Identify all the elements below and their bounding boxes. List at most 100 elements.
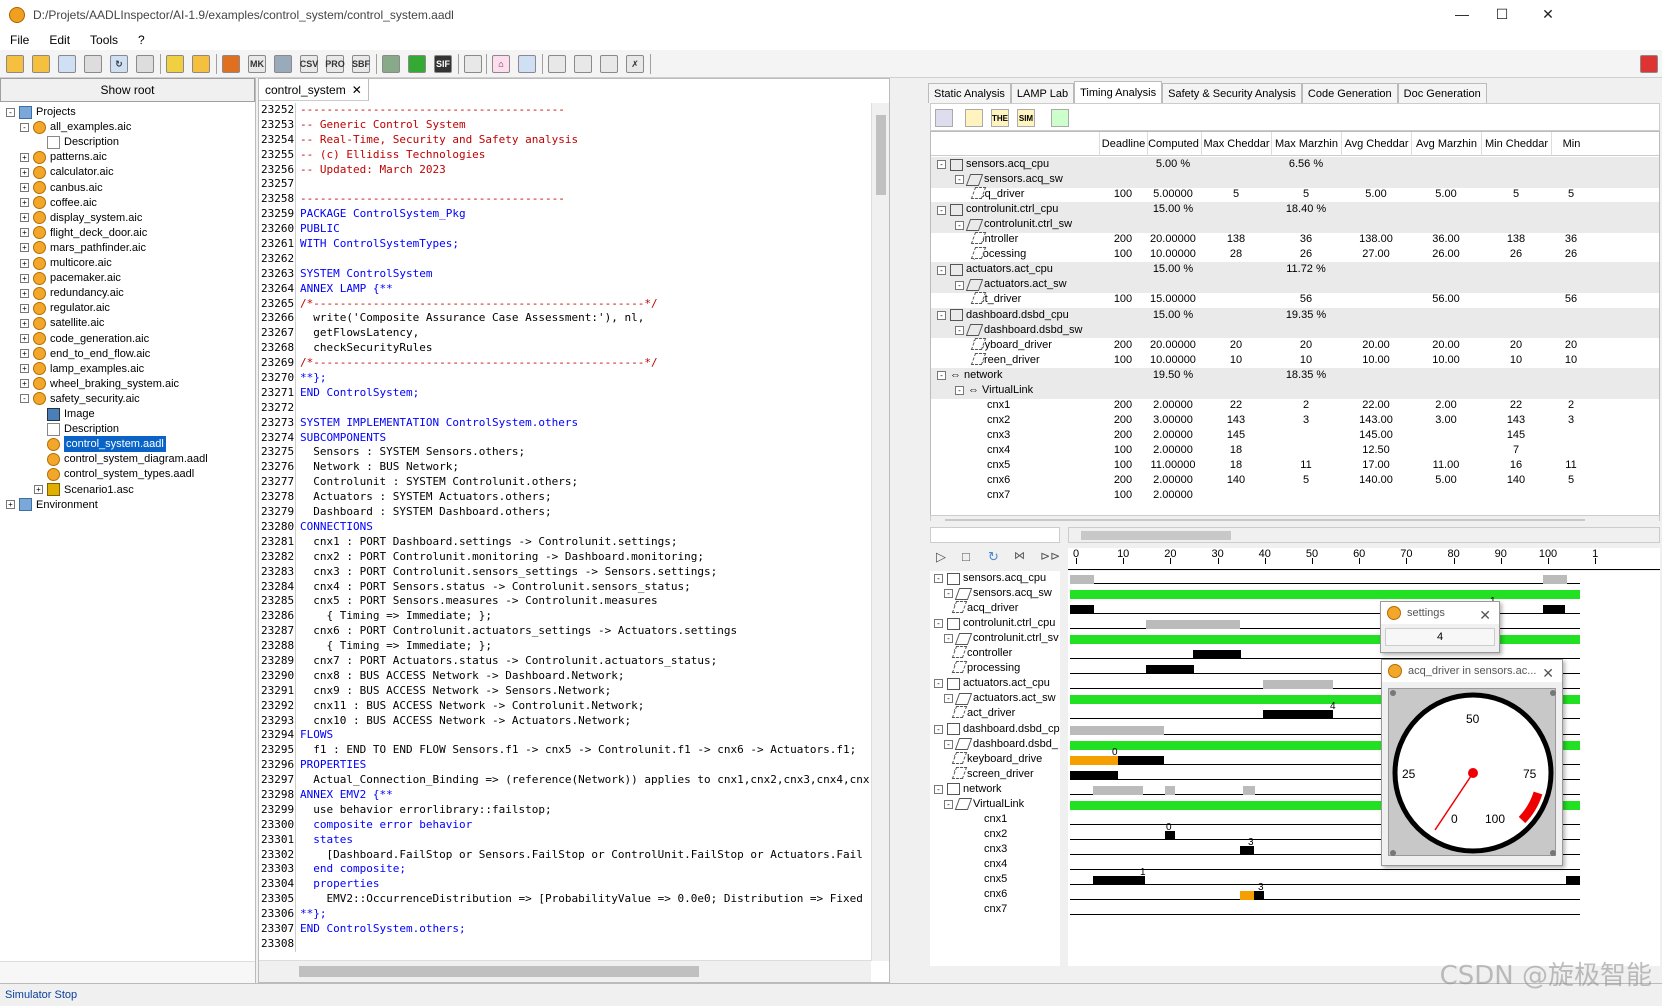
aadl-icon[interactable] — [965, 109, 983, 127]
list-icon[interactable] — [274, 55, 292, 73]
sim-tree-item[interactable]: - VirtualLink — [944, 797, 1024, 812]
sim-tree-item[interactable]: +act_driver — [951, 706, 1015, 721]
column-header[interactable]: Deadline — [1099, 132, 1147, 156]
sim-tree-item[interactable]: cnx6 — [984, 887, 1007, 902]
expand-icon[interactable]: - — [934, 784, 943, 794]
sim-tree-item[interactable]: +processing — [951, 661, 1020, 676]
expand-icon[interactable]: + — [20, 167, 29, 177]
folder-icon[interactable] — [58, 55, 76, 73]
table-row[interactable]: - actuators.act_sw — [931, 277, 1659, 294]
column-header[interactable]: Min Marz — [1551, 132, 1591, 174]
tree-item[interactable]: control_system_diagram.aadl — [34, 451, 208, 467]
zoom-in-icon[interactable] — [548, 55, 566, 73]
new-project-icon[interactable] — [6, 55, 24, 73]
expand-icon[interactable]: - — [944, 694, 953, 704]
sim-tree-item[interactable]: cnx5 — [984, 872, 1007, 887]
table-row[interactable]: keyboard_driver 200 20.00000 20 20 20.00 20.00… — [931, 337, 1659, 354]
tree-item[interactable]: + flight_deck_door.aic — [20, 225, 147, 241]
column-header[interactable]: Max Marzhin — [1271, 132, 1341, 156]
robot-icon[interactable] — [1051, 109, 1069, 127]
sim-tree-item[interactable]: +acq_driver — [951, 601, 1018, 616]
column-header[interactable]: Max Cheddar — [1201, 132, 1271, 156]
table-row[interactable]: cnx2 200 3.00000 143 3 143.00 3.00 143 3 — [931, 413, 1659, 429]
table-row[interactable]: cnx5 100 11.00000 18 11 17.00 11.00 16 11 — [931, 458, 1659, 474]
menu-tools[interactable]: Tools — [80, 33, 128, 47]
expand-icon[interactable]: - — [6, 107, 15, 117]
print-icon[interactable] — [382, 55, 400, 73]
table-row[interactable]: - controlunit.ctrl_sw — [931, 217, 1659, 234]
column-header[interactable]: Computed — [1147, 132, 1199, 156]
table-row[interactable]: cnx6 200 2.00000 140 5 140.00 5.00 140 5 — [931, 473, 1659, 489]
menu-help[interactable]: ? — [128, 33, 155, 47]
sim-tree-item[interactable]: cnx3 — [984, 842, 1007, 857]
expand-icon[interactable]: - — [955, 325, 964, 335]
play-icon[interactable]: ▷ — [936, 549, 946, 565]
exit-icon[interactable] — [1640, 55, 1658, 73]
expand-icon[interactable]: - — [934, 724, 943, 734]
window-icon[interactable] — [518, 55, 536, 73]
tree-item[interactable]: Description — [34, 421, 119, 437]
expand-icon[interactable]: - — [955, 280, 964, 290]
tree-item[interactable]: + wheel_braking_system.aic — [20, 376, 179, 392]
sif-icon[interactable]: SIF — [434, 55, 452, 73]
editor-hscrollbar[interactable] — [259, 960, 871, 982]
tree-item[interactable]: control_system.aadl — [34, 436, 166, 453]
home-icon[interactable]: ⌂ — [492, 55, 510, 73]
expand-icon[interactable]: + — [20, 213, 29, 223]
editor-vscrollbar[interactable] — [871, 103, 889, 961]
minimize-icon[interactable]: — — [1452, 6, 1472, 22]
tree-item[interactable]: + pacemaker.aic — [20, 270, 121, 286]
expand-icon[interactable]: + — [20, 364, 29, 374]
page-icon[interactable] — [464, 55, 482, 73]
tab-static-analysis[interactable]: Static Analysis — [928, 83, 1011, 103]
maximize-icon[interactable]: ☐ — [1492, 6, 1512, 23]
tree-item[interactable]: + redundancy.aic — [20, 285, 124, 301]
open-project-icon[interactable] — [32, 55, 50, 73]
tree-item[interactable]: + Environment — [6, 497, 98, 513]
expand-icon[interactable]: + — [20, 243, 29, 253]
zoom-fit-icon[interactable] — [600, 55, 618, 73]
table-row[interactable]: cnx4 100 2.00000 18 12.50 7 — [931, 443, 1659, 459]
csv-icon[interactable]: CSV — [300, 55, 318, 73]
timeline-hscrollbar[interactable] — [1068, 527, 1660, 543]
tree-item[interactable]: + code_generation.aic — [20, 331, 149, 347]
code-area[interactable]: 23252 -----------------------------------… — [259, 103, 871, 961]
sim-tree-item[interactable]: - dashboard.dsbd_cp — [934, 722, 1060, 737]
loop-icon[interactable]: ↻ — [988, 549, 999, 565]
sim-tree-item[interactable]: +screen_driver — [951, 766, 1034, 782]
table-row[interactable]: - sensors.acq_sw — [931, 172, 1659, 188]
expand-icon[interactable]: + — [20, 349, 29, 359]
table-row[interactable]: - sensors.acq_cpu 5.00 % 6.56 % — [931, 157, 1659, 173]
table-row[interactable]: - actuators.act_cpu 15.00 % 11.72 % — [931, 262, 1659, 279]
sim-tree-item[interactable]: +keyboard_drive — [951, 751, 1042, 767]
sim-tree-item[interactable]: - controlunit.ctrl_sv — [944, 631, 1059, 646]
expand-icon[interactable]: - — [944, 739, 953, 749]
table-row[interactable]: processing 100 10.00000 28 26 27.00 26.00 26 26 — [931, 247, 1659, 263]
sbf-icon[interactable]: SBF — [352, 55, 370, 73]
tree-item[interactable]: + regulator.aic — [20, 300, 110, 316]
expand-icon[interactable]: - — [20, 122, 29, 132]
tree-item[interactable]: + multicore.aic — [20, 255, 112, 271]
close-icon[interactable]: ✕ — [1542, 662, 1554, 684]
tree-item[interactable]: Description — [34, 134, 119, 150]
expand-icon[interactable]: - — [955, 220, 964, 230]
expand-icon[interactable]: - — [934, 574, 943, 583]
table-row[interactable]: cnx7 100 2.00000 — [931, 488, 1659, 504]
tree-item[interactable]: - all_examples.aic — [20, 119, 131, 135]
expand-icon[interactable]: - — [937, 265, 946, 275]
tree-item[interactable]: + display_system.aic — [20, 210, 142, 226]
table-row[interactable]: - controlunit.ctrl_cpu 15.00 % 18.40 % — [931, 202, 1659, 219]
menu-file[interactable]: File — [0, 33, 39, 47]
tree-item[interactable]: + calculator.aic — [20, 164, 114, 180]
expand-icon[interactable]: + — [20, 318, 29, 328]
expand-icon[interactable]: + — [34, 485, 43, 494]
fast-forward-icon[interactable]: ⊳⊳ — [1040, 549, 1060, 563]
sim-tree-item[interactable]: - network — [934, 782, 1002, 797]
expand-icon[interactable]: + — [20, 228, 29, 238]
sim-tree-item[interactable]: cnx7 — [984, 902, 1007, 917]
package-icon[interactable] — [222, 55, 240, 73]
table-row[interactable]: - ⇔ VirtualLink — [931, 382, 1659, 399]
tree-item[interactable]: Image — [34, 406, 95, 422]
expand-icon[interactable]: - — [944, 589, 953, 599]
mk-icon[interactable]: MK — [248, 55, 266, 73]
